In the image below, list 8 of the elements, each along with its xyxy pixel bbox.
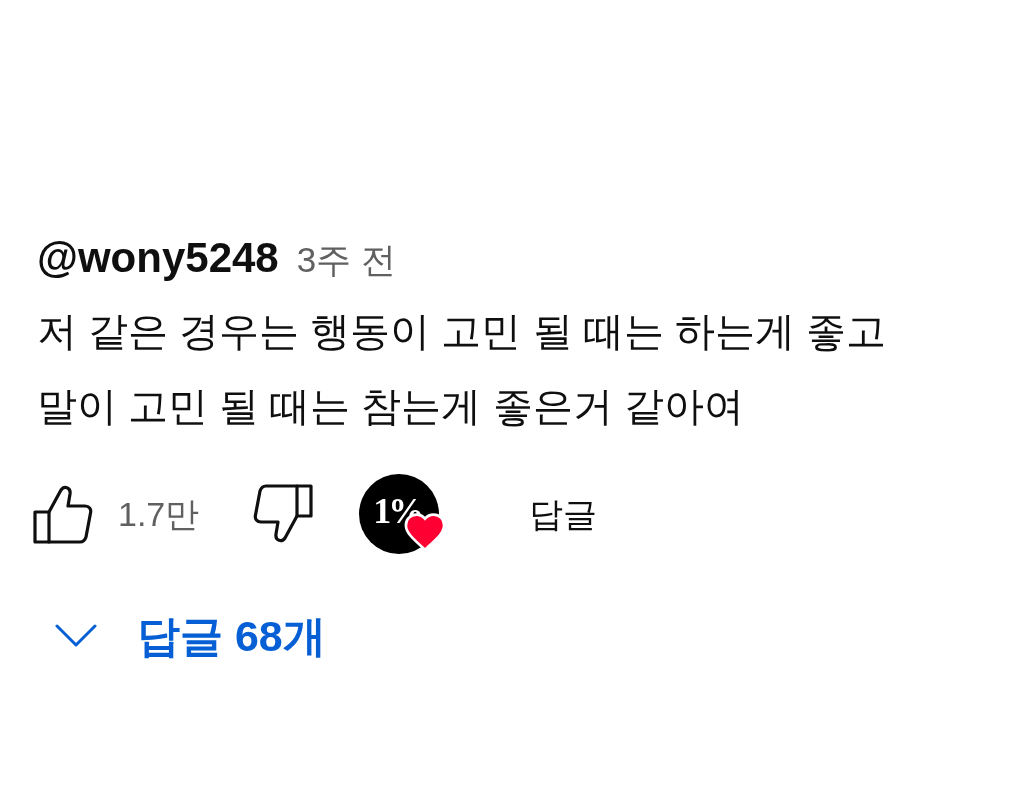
comment-time: 3주 전: [296, 239, 396, 281]
thumbs-down-icon[interactable]: [253, 484, 314, 544]
reply-button[interactable]: 답글: [529, 488, 598, 540]
like-count: 1.7만: [118, 493, 200, 535]
thumbs-up-icon[interactable]: [33, 484, 93, 544]
replies-toggle[interactable]: 답글 68개: [55, 610, 326, 662]
comment-author[interactable]: @wony5248: [37, 232, 279, 284]
comment-text: 저 같은 경우는 행동이 고민 될 때는 하는게 좋고 말이 고민 될 때는 참는게 좋은거 같아여: [37, 308, 887, 430]
